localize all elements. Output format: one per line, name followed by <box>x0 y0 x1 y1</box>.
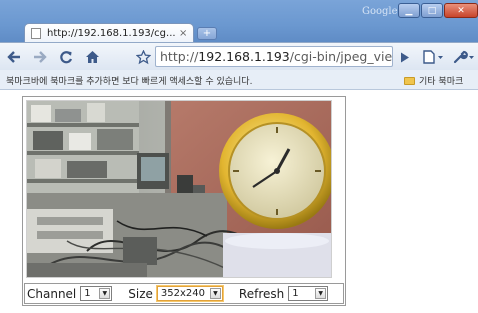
page-menu-button[interactable] <box>420 47 446 67</box>
browser-toolbar: http://192.168.1.193/cgi-bin/jpeg_view <box>0 42 478 70</box>
size-value: 352x240 <box>160 288 205 299</box>
refresh-label: Refresh <box>238 286 285 301</box>
bookmarks-bar: 북마크바에 북마크를 추가하면 보다 빠르게 액세스할 수 있습니다. 기타 북… <box>0 70 478 90</box>
refresh-value: 1 <box>292 288 299 299</box>
refresh-select[interactable]: 1 ▼ <box>288 286 329 301</box>
size-select[interactable]: 352x240 ▼ <box>156 286 223 301</box>
home-icon <box>85 51 99 63</box>
chevron-down-icon: ▼ <box>99 288 111 299</box>
new-tab-button[interactable]: + <box>197 27 217 40</box>
back-arrow-icon <box>7 51 20 63</box>
star-icon <box>135 49 151 64</box>
close-window-button[interactable]: ✕ <box>444 3 478 18</box>
url-host: 192.168.1.193 <box>198 49 290 64</box>
wrench-icon <box>453 50 474 64</box>
other-bookmarks-button[interactable]: 기타 북마크 <box>404 74 463 87</box>
bookmark-star-button[interactable] <box>133 47 153 67</box>
reload-icon <box>60 51 73 64</box>
back-button[interactable] <box>4 47 24 67</box>
tab-close-icon[interactable]: × <box>179 28 187 39</box>
channel-value: 1 <box>84 288 91 299</box>
other-bookmarks-label: 기타 북마크 <box>419 77 464 87</box>
viewer-controls: Channel 1 ▼ Size 352x240 ▼ Refresh 1 ▼ <box>24 283 344 304</box>
camera-scene <box>27 101 331 277</box>
url-scheme: http:// <box>160 49 199 64</box>
url-text: http://192.168.1.193/cgi-bin/jpeg_view <box>160 49 393 64</box>
forward-arrow-icon <box>34 51 47 63</box>
chevron-down-icon: ▼ <box>209 288 221 299</box>
folder-icon <box>404 76 415 85</box>
browser-titlebar: Google ▁ □ ✕ http://192.168.1.193/cg... … <box>0 0 478 43</box>
page-menu-icon <box>423 50 443 64</box>
tools-menu-button[interactable] <box>450 47 478 67</box>
bookmarks-hint-text: 북마크바에 북마크를 추가하면 보다 빠르게 액세스할 수 있습니다. <box>6 77 253 87</box>
home-button[interactable] <box>82 47 102 67</box>
google-brand-label: Google <box>362 6 398 17</box>
reload-button[interactable] <box>56 47 76 67</box>
camera-jpeg-image <box>26 100 332 278</box>
maximize-icon: □ <box>427 5 437 16</box>
maximize-button[interactable]: □ <box>421 3 443 18</box>
channel-select[interactable]: 1 ▼ <box>80 286 113 301</box>
play-icon <box>401 52 409 62</box>
minimize-button[interactable]: ▁ <box>398 3 420 18</box>
browser-tab[interactable]: http://192.168.1.193/cg... × <box>24 23 194 43</box>
url-path: /cgi-bin/jpeg_view <box>289 49 393 64</box>
go-button[interactable] <box>395 47 415 67</box>
tab-title: http://192.168.1.193/cg... <box>47 28 175 39</box>
page-icon <box>31 28 41 39</box>
size-label: Size <box>128 286 153 301</box>
chevron-down-icon: ▼ <box>315 288 327 299</box>
channel-label: Channel <box>27 286 77 301</box>
forward-button[interactable] <box>30 47 50 67</box>
close-icon: ✕ <box>457 5 465 16</box>
minimize-icon: ▁ <box>405 5 413 16</box>
address-bar[interactable]: http://192.168.1.193/cgi-bin/jpeg_view <box>155 46 393 67</box>
